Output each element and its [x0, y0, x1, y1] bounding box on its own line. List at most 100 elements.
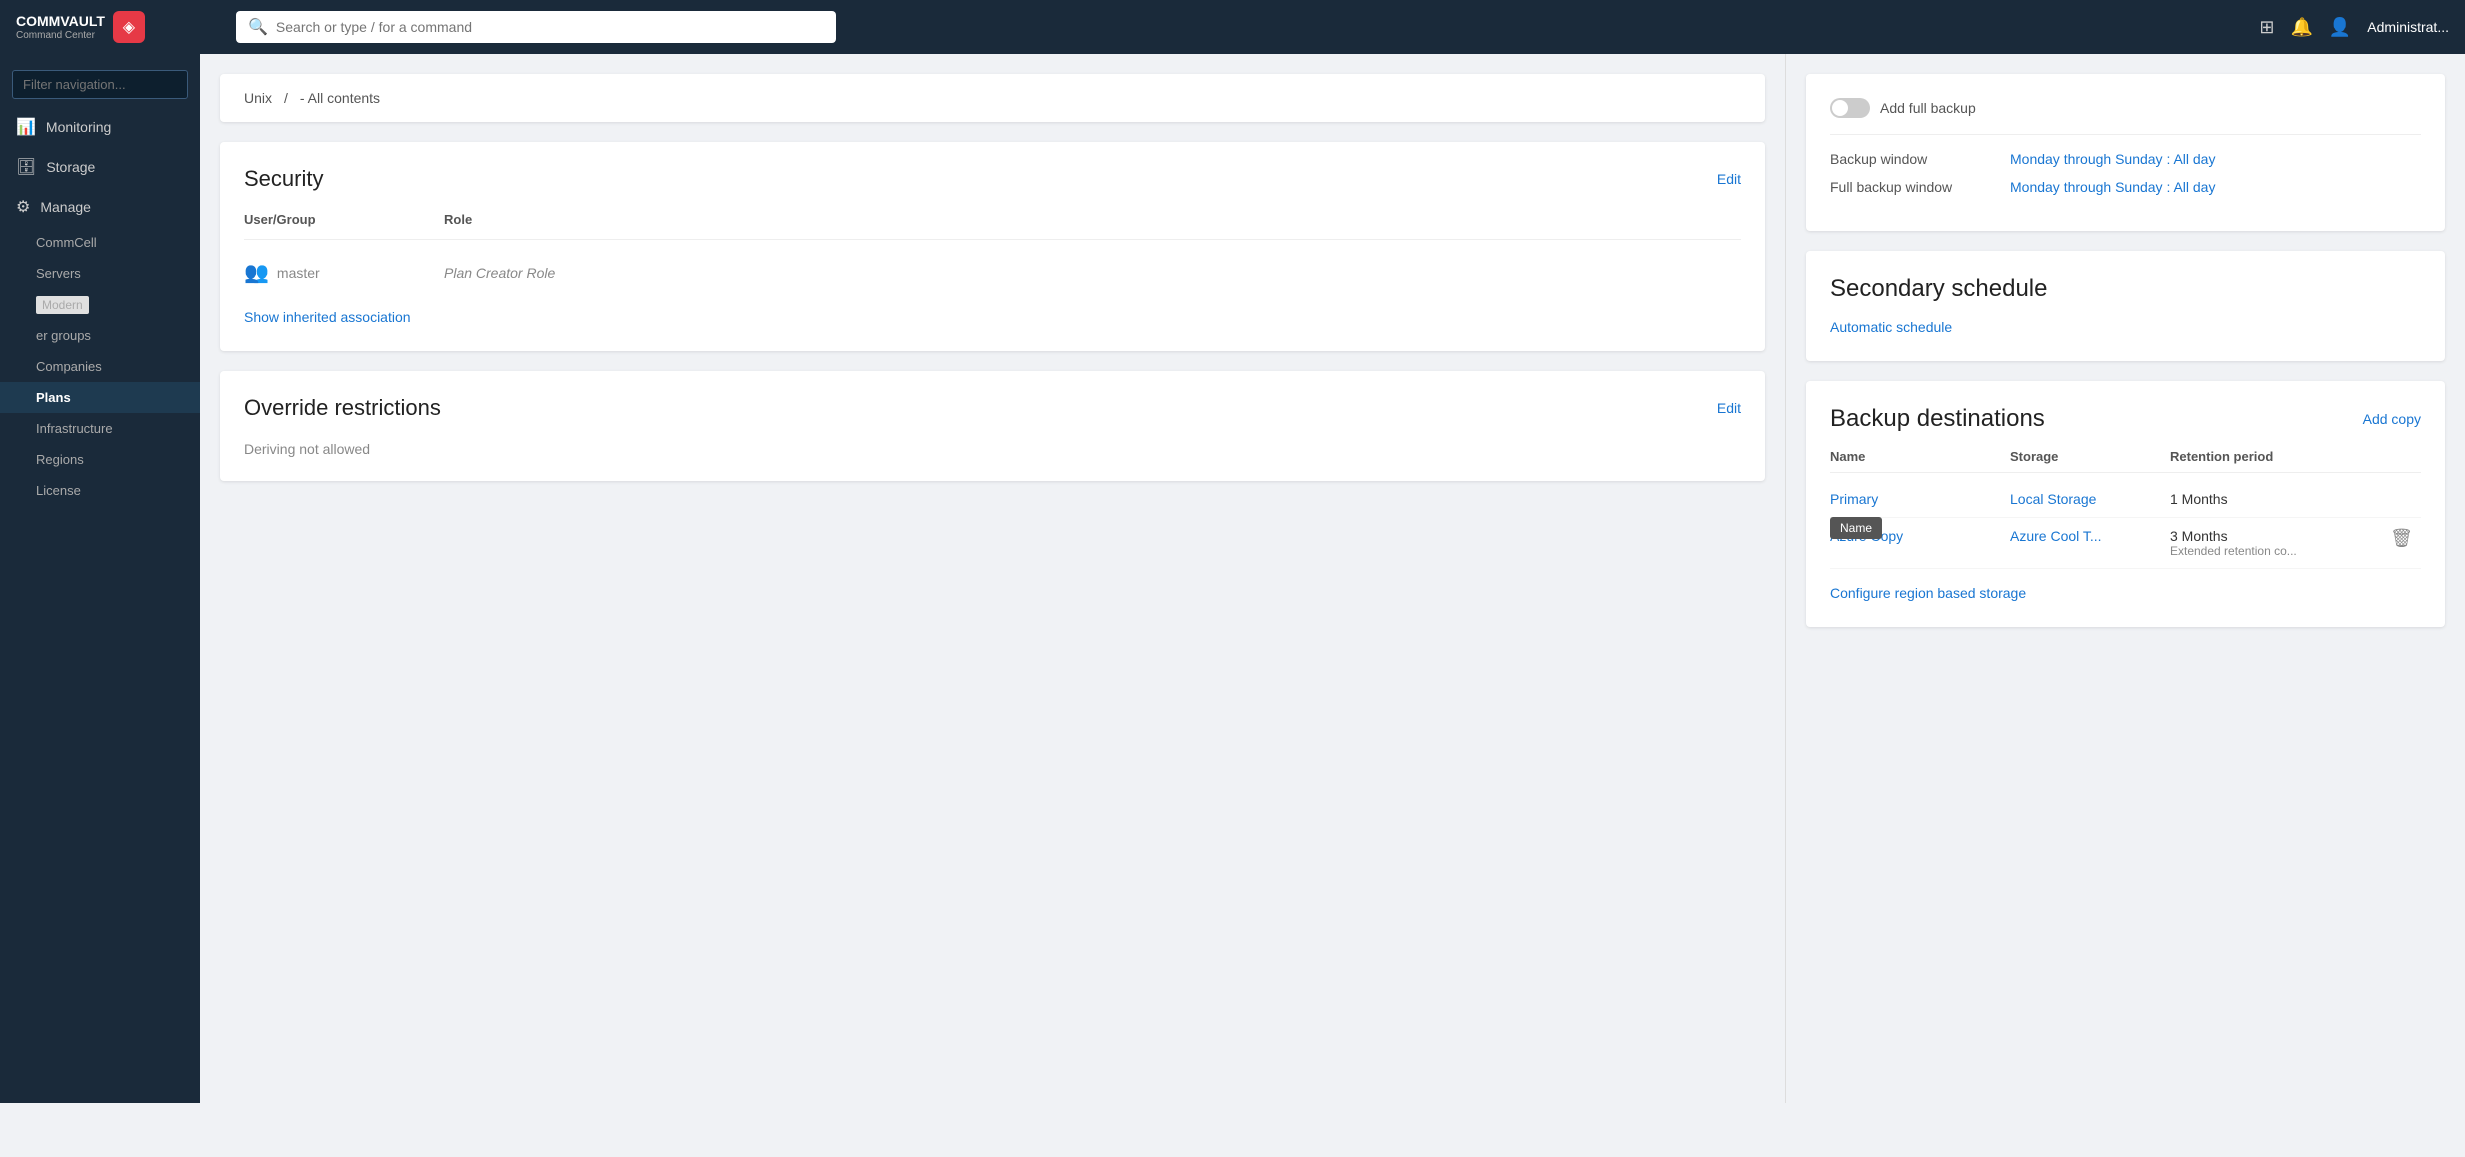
unix-separator: / — [284, 90, 288, 106]
full-backup-window-row: Full backup window Monday through Sunday… — [1830, 179, 2421, 195]
storage-icon: 🗄 — [16, 157, 36, 177]
security-card: Security Edit User/Group Role 👥 master P… — [220, 142, 1765, 351]
add-full-backup-label: Add full backup — [1880, 100, 1976, 116]
backup-window-label: Backup window — [1830, 151, 2010, 167]
security-table-row: 👥 master Plan Creator Role — [244, 252, 1741, 293]
topbar: COMMVAULT Command Center ◈ 🔍 ⊞ 🔔 👤 Admin… — [0, 0, 2465, 54]
sidebar-sub-label: CommCell — [36, 235, 97, 250]
override-title: Override restrictions — [244, 395, 441, 421]
topbar-right: ⊞ 🔔 👤 Administrat... — [2259, 17, 2449, 38]
bell-icon[interactable]: 🔔 — [2290, 17, 2312, 38]
retention-value: 1 Months — [2170, 491, 2421, 507]
right-panel: Add full backup Backup window Monday thr… — [1785, 54, 2465, 1103]
unix-label: Unix — [244, 90, 272, 106]
dest-name-primary[interactable]: Primary — [1830, 491, 2010, 507]
main-content: Unix / - All contents Security Edit User… — [200, 54, 2465, 1103]
sidebar-filter-input[interactable] — [12, 70, 188, 99]
user-group-icon: 👥 — [244, 260, 269, 285]
name-tooltip: Name — [1830, 517, 1882, 539]
monitoring-icon: 📊 — [16, 117, 36, 137]
sidebar-sub-plans[interactable]: Plans — [0, 382, 200, 413]
sidebar-sub-label: Modern — [36, 296, 89, 314]
dest-table-header: Name Storage Retention period — [1830, 449, 2421, 473]
security-edit-link[interactable]: Edit — [1717, 171, 1741, 187]
sidebar-item-label: Storage — [46, 159, 95, 175]
dest-row-primary: Primary Name Local Storage 1 Months — [1830, 481, 2421, 518]
user-settings-icon[interactable]: 👤 — [2329, 17, 2351, 38]
sidebar-item-manage[interactable]: ⚙ Manage — [0, 187, 200, 227]
sidebar-sub-companies[interactable]: Companies — [0, 351, 200, 382]
retention-value: 3 Months — [2170, 528, 2382, 544]
unix-row: Unix / - All contents — [220, 74, 1765, 122]
sidebar-sub-label: Infrastructure — [36, 421, 113, 436]
col-role-header: Role — [444, 212, 1741, 227]
logo-area: COMMVAULT Command Center ◈ — [16, 11, 216, 43]
unix-value: - All contents — [300, 90, 380, 106]
sidebar-sub-label: Regions — [36, 452, 84, 467]
sidebar-sub-commcell[interactable]: CommCell — [0, 227, 200, 258]
backup-destinations-card: Backup destinations Add copy Name Storag… — [1806, 381, 2445, 627]
full-backup-window-label: Full backup window — [1830, 179, 2010, 195]
secondary-schedule-card: Secondary schedule Automatic schedule — [1806, 251, 2445, 361]
sidebar-sub-label: Companies — [36, 359, 102, 374]
logo-text: COMMVAULT Command Center — [16, 13, 105, 41]
role-cell: Plan Creator Role — [444, 265, 1741, 281]
override-card: Override restrictions Edit Deriving not … — [220, 371, 1765, 481]
override-text: Deriving not allowed — [244, 441, 1741, 457]
search-bar[interactable]: 🔍 — [236, 11, 836, 43]
add-full-backup-area: Add full backup — [1830, 98, 2421, 118]
security-card-header: Security Edit — [244, 166, 1741, 192]
sidebar-sub-license[interactable]: License — [0, 475, 200, 506]
security-title: Security — [244, 166, 323, 192]
sidebar-sub-regions[interactable]: Regions — [0, 444, 200, 475]
dest-retention-primary: 1 Months — [2170, 491, 2421, 507]
dest-col-storage-header: Storage — [2010, 449, 2170, 464]
backup-window-card: Add full backup Backup window Monday thr… — [1806, 74, 2445, 231]
dest-storage-azure[interactable]: Azure Cool T... — [2010, 528, 2170, 544]
sidebar-sub-infrastructure[interactable]: Infrastructure — [0, 413, 200, 444]
dest-title: Backup destinations — [1830, 405, 2045, 433]
logo-icon: ◈ — [113, 11, 145, 43]
sidebar-sub-modern[interactable]: Modern — [0, 289, 200, 320]
search-input[interactable] — [276, 19, 824, 35]
dest-row-azure: Azure Copy Azure Cool T... 3 Months Exte… — [1830, 518, 2421, 569]
sidebar-sub-servers[interactable]: Servers — [0, 258, 200, 289]
security-table-header: User/Group Role — [244, 212, 1741, 240]
secondary-schedule-title: Secondary schedule — [1830, 275, 2421, 303]
delete-azure-button[interactable]: 🗑 — [2382, 528, 2421, 549]
dest-retention-azure: 3 Months Extended retention co... — [2170, 528, 2382, 558]
configure-region-link[interactable]: Configure region based storage — [1830, 585, 2026, 601]
dest-header: Backup destinations Add copy — [1830, 405, 2421, 433]
admin-label: Administrat... — [2367, 19, 2449, 35]
sidebar-item-storage[interactable]: 🗄 Storage — [0, 147, 200, 187]
backup-window-row: Backup window Monday through Sunday : Al… — [1830, 151, 2421, 167]
manage-icon: ⚙ — [16, 197, 30, 217]
sidebar-sub-label: License — [36, 483, 81, 498]
sidebar-sub-label: Plans — [36, 390, 71, 405]
show-inherited-link[interactable]: Show inherited association — [244, 309, 411, 325]
dest-col-name-header: Name — [1830, 449, 2010, 464]
dest-col-retention-header: Retention period — [2170, 449, 2421, 464]
left-panel: Unix / - All contents Security Edit User… — [200, 54, 1785, 1103]
add-full-backup-toggle[interactable] — [1830, 98, 1870, 118]
sidebar: 📊 Monitoring 🗄 Storage ⚙ Manage CommCell… — [0, 54, 200, 1103]
backup-window-value[interactable]: Monday through Sunday : All day — [2010, 151, 2215, 167]
search-icon: 🔍 — [248, 17, 268, 37]
toggle-knob — [1832, 100, 1848, 116]
col-user-header: User/Group — [244, 212, 404, 227]
user-cell: 👥 master — [244, 260, 404, 285]
sidebar-item-label: Monitoring — [46, 119, 111, 135]
override-card-header: Override restrictions Edit — [244, 395, 1741, 421]
add-copy-link[interactable]: Add copy — [2363, 411, 2421, 427]
sidebar-item-monitoring[interactable]: 📊 Monitoring — [0, 107, 200, 147]
override-edit-link[interactable]: Edit — [1717, 400, 1741, 416]
dest-storage-primary[interactable]: Local Storage — [2010, 491, 2170, 507]
retention-sub: Extended retention co... — [2170, 544, 2382, 558]
sidebar-sub-label: Servers — [36, 266, 81, 281]
sidebar-sub-er-groups[interactable]: er groups — [0, 320, 200, 351]
grid-icon[interactable]: ⊞ — [2259, 17, 2274, 38]
full-backup-window-value[interactable]: Monday through Sunday : All day — [2010, 179, 2215, 195]
sidebar-item-label: Manage — [40, 199, 91, 215]
automatic-schedule-link[interactable]: Automatic schedule — [1830, 319, 1952, 335]
user-name: master — [277, 265, 320, 281]
